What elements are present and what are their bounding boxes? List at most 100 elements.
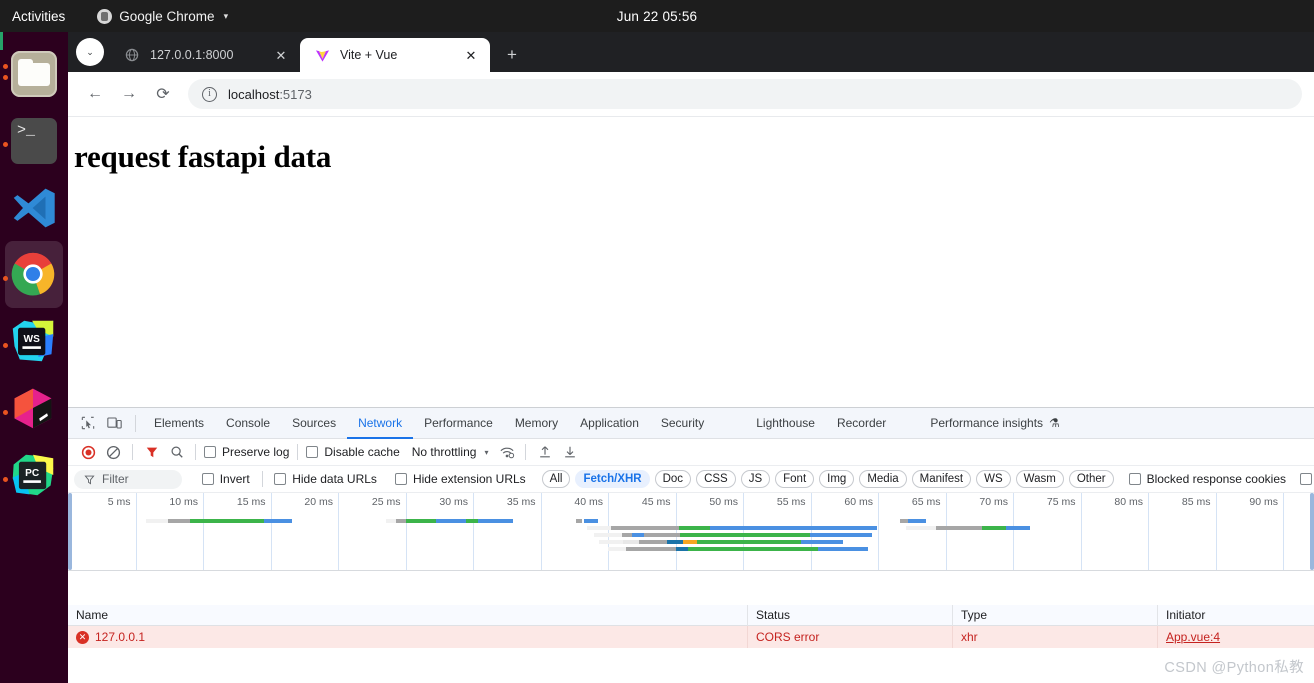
- overview-request-bar: [264, 519, 292, 523]
- overview-request-bar: [908, 519, 926, 523]
- dock-item-webstorm[interactable]: WS: [0, 308, 68, 375]
- filter-type-ws[interactable]: WS: [976, 470, 1011, 488]
- overview-gridline: [540, 493, 542, 570]
- dock-item-terminal[interactable]: >_: [0, 107, 68, 174]
- network-conditions-icon[interactable]: [494, 440, 519, 465]
- overview-request-bar: [623, 540, 639, 544]
- filter-type-manifest[interactable]: Manifest: [911, 470, 972, 488]
- overview-tick-label: 30 ms: [439, 496, 468, 508]
- initiator-link[interactable]: App.vue:4: [1166, 630, 1220, 644]
- search-icon[interactable]: [164, 440, 189, 465]
- overview-gridline: [608, 493, 609, 570]
- url-host: localhost: [228, 86, 280, 102]
- dock-item-chrome[interactable]: [3, 241, 63, 308]
- filter-type-all[interactable]: All: [541, 470, 571, 488]
- column-header-status[interactable]: Status: [748, 604, 953, 626]
- inspect-element-icon[interactable]: [74, 411, 101, 436]
- table-body-background: [68, 648, 1314, 683]
- reload-icon[interactable]: ⟳: [148, 79, 178, 109]
- cell-name: ✕ 127.0.0.1: [68, 626, 748, 648]
- disable-cache-checkbox[interactable]: Disable cache: [304, 445, 401, 459]
- filter-input[interactable]: Filter: [74, 469, 182, 489]
- overview-request-bar: [906, 526, 936, 530]
- throttling-select[interactable]: No throttling ▾: [412, 445, 489, 459]
- overview-tick-label: 80 ms: [1114, 496, 1143, 508]
- tab-127-0-0-1-8000[interactable]: 127.0.0.1:8000 ✕: [110, 38, 300, 72]
- hide-extension-urls-checkbox[interactable]: Hide extension URLs: [393, 472, 528, 486]
- overview-gridline: [945, 493, 947, 570]
- overview-gridline: [1148, 493, 1149, 570]
- tab-elements[interactable]: Elements: [143, 408, 215, 439]
- address-bar[interactable]: i localhost:5173: [188, 79, 1302, 109]
- hide-data-urls-checkbox[interactable]: Hide data URLs: [272, 472, 379, 486]
- column-header-name[interactable]: Name: [68, 604, 748, 626]
- tab-application[interactable]: Application: [569, 408, 650, 439]
- divider: [135, 414, 136, 432]
- site-info-icon[interactable]: i: [202, 86, 217, 102]
- blocked-requests-checkbox[interactable]: [1298, 473, 1314, 485]
- filter-type-js[interactable]: JS: [740, 470, 771, 488]
- tab-sources[interactable]: Sources: [281, 408, 347, 439]
- tab-performance[interactable]: Performance: [413, 408, 504, 439]
- running-indicator-dot: [3, 410, 8, 415]
- overview-gridline: [1215, 493, 1217, 570]
- filter-type-css[interactable]: CSS: [696, 470, 736, 488]
- tab-lighthouse[interactable]: Lighthouse: [745, 408, 826, 439]
- dock-item-fleet[interactable]: [0, 375, 68, 442]
- tab-performance-insights[interactable]: Performance insights ⚗: [919, 408, 1070, 439]
- tab-security[interactable]: Security: [650, 408, 715, 439]
- invert-checkbox[interactable]: Invert: [200, 472, 252, 486]
- tab-label: Network: [358, 416, 403, 430]
- overview-request-bar: [168, 519, 190, 523]
- filter-icon: [84, 475, 95, 484]
- preserve-log-checkbox[interactable]: Preserve log: [202, 445, 291, 459]
- throttling-value: No throttling: [411, 445, 477, 459]
- blocked-response-cookies-checkbox[interactable]: Blocked response cookies: [1127, 472, 1288, 486]
- back-icon[interactable]: ←: [80, 79, 110, 109]
- network-overview-timeline[interactable]: 5 ms 10 ms 15 ms 20 ms 25 ms 30 ms 35 ms 40 ms 4…: [68, 493, 1314, 571]
- chrome-window: ⌄ 127.0.0.1:8000 ✕ Vite + Vue ✕ + ← → ⟳ …: [68, 32, 1314, 683]
- tab-label: Sources: [292, 416, 337, 430]
- table-row[interactable]: ✕ 127.0.0.1 CORS error xhr App.vue:4: [68, 626, 1314, 648]
- filter-type-other[interactable]: Other: [1068, 470, 1114, 488]
- export-har-icon[interactable]: [557, 440, 582, 465]
- dock-item-files[interactable]: [0, 40, 68, 107]
- device-toolbar-icon[interactable]: [101, 411, 128, 436]
- close-icon[interactable]: ✕: [462, 46, 480, 64]
- overview-left-handle[interactable]: [68, 493, 72, 570]
- tab-vite-vue[interactable]: Vite + Vue ✕: [300, 38, 490, 72]
- filter-type-wasm[interactable]: Wasm: [1015, 470, 1064, 488]
- filter-type-fetch-xhr[interactable]: Fetch/XHR: [575, 470, 650, 488]
- filter-type-media[interactable]: Media: [859, 470, 907, 488]
- tab-memory[interactable]: Memory: [504, 408, 569, 439]
- filter-type-font[interactable]: Font: [775, 470, 815, 488]
- column-header-type[interactable]: Type: [953, 604, 1158, 626]
- tab-console[interactable]: Console: [215, 408, 281, 439]
- tab-recorder[interactable]: Recorder: [826, 408, 897, 439]
- import-har-icon[interactable]: [532, 440, 557, 465]
- page-title: request fastapi data: [74, 139, 332, 174]
- filter-type-doc[interactable]: Doc: [654, 470, 692, 488]
- overview-tick-label: 20 ms: [304, 496, 333, 508]
- overview-request-bar: [679, 526, 710, 530]
- forward-icon[interactable]: →: [114, 79, 144, 109]
- tab-label: Memory: [514, 416, 559, 430]
- dock-item-vscode[interactable]: [0, 174, 68, 241]
- tab-network[interactable]: Network: [347, 408, 413, 439]
- filter-icon[interactable]: [139, 440, 164, 465]
- app-menu-google-chrome[interactable]: Google Chrome ▾: [97, 8, 228, 24]
- overview-tick-label: 90 ms: [1249, 496, 1278, 508]
- overview-request-bar: [936, 526, 982, 530]
- overview-gridline: [405, 493, 407, 570]
- filter-type-img[interactable]: Img: [819, 470, 855, 488]
- dock-item-pycharm[interactable]: PC: [0, 442, 68, 509]
- close-icon[interactable]: ✕: [272, 46, 290, 64]
- checkbox-box: [204, 446, 216, 458]
- new-tab-button[interactable]: +: [499, 41, 525, 67]
- activities-button[interactable]: Activities: [0, 9, 79, 24]
- tab-search-button[interactable]: ⌄: [76, 38, 104, 66]
- clear-button[interactable]: [101, 440, 126, 465]
- overview-right-handle[interactable]: [1310, 493, 1314, 570]
- record-button[interactable]: [76, 440, 101, 465]
- column-header-initiator[interactable]: Initiator: [1158, 605, 1314, 626]
